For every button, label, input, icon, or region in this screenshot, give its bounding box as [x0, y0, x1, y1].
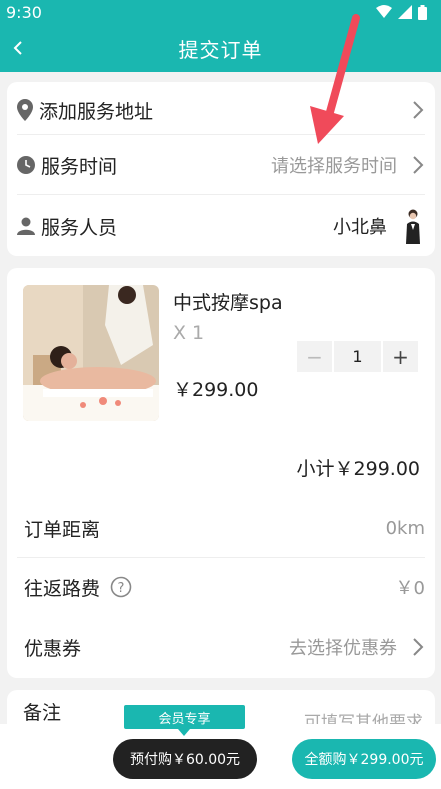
coupon-row[interactable]: 优惠券 去选择优惠券 — [17, 628, 425, 666]
clock-icon — [17, 156, 35, 174]
remark-label: 备注 — [23, 702, 62, 724]
divider — [17, 194, 425, 195]
chevron-right-icon — [413, 101, 424, 119]
wifi-icon — [376, 5, 392, 18]
quantity-stepper: − 1 + — [297, 341, 420, 372]
add-address-label: 添加服务地址 — [39, 100, 154, 123]
product-image — [23, 285, 159, 421]
product-image-illustration — [23, 285, 159, 421]
prepay-button[interactable]: 预付购￥60.00元 — [113, 739, 257, 779]
order-summary-card: 中式按摩spa X 1 − 1 + ￥299.00 小计￥299.00 订单距离… — [7, 268, 435, 678]
coupon-label: 优惠券 — [24, 637, 82, 660]
service-staff-label: 服务人员 — [41, 216, 118, 239]
back-button[interactable] — [8, 34, 28, 62]
cellular-icon — [398, 5, 412, 19]
coupon-value: 去选择优惠券 — [289, 638, 397, 659]
help-icon[interactable]: ? — [110, 576, 132, 598]
service-info-card: 添加服务地址 服务时间 请选择服务时间 服务人员 小北鼻 — [7, 82, 435, 256]
distance-value: 0km — [385, 517, 425, 539]
chevron-left-icon — [13, 41, 22, 55]
decrease-button[interactable]: − — [297, 341, 332, 372]
distance-row: 订单距离 0km — [17, 509, 425, 547]
member-exclusive-tag: 会员专享 — [124, 705, 245, 729]
full-payment-button[interactable]: 全额购￥299.00元 — [292, 739, 436, 779]
divider — [17, 557, 425, 558]
staff-avatar — [401, 208, 425, 244]
service-time-label: 服务时间 — [41, 155, 118, 178]
service-time-row[interactable]: 服务时间 请选择服务时间 — [17, 146, 425, 184]
travel-fee-row: 往返路费 ? ￥0 — [17, 568, 425, 606]
service-staff-row[interactable]: 服务人员 小北鼻 — [17, 206, 425, 246]
travel-fee-value: ￥0 — [395, 578, 425, 599]
status-icons — [376, 4, 427, 20]
product-name: 中式按摩spa — [173, 292, 283, 314]
member-tag-pointer — [178, 729, 190, 736]
quantity-value[interactable]: 1 — [334, 341, 381, 372]
subtotal: 小计￥299.00 — [296, 458, 420, 480]
person-icon — [17, 217, 35, 235]
product-quantity: X 1 — [173, 322, 205, 344]
chevron-right-icon — [413, 156, 424, 174]
annotation-arrow-icon — [310, 14, 360, 144]
status-bar: 9:30 — [0, 0, 441, 24]
chevron-right-icon — [413, 638, 424, 656]
battery-icon — [418, 4, 427, 20]
svg-text:?: ? — [118, 581, 125, 596]
service-time-placeholder: 请选择服务时间 — [271, 156, 397, 177]
distance-label: 订单距离 — [24, 518, 101, 541]
page-title: 提交订单 — [178, 37, 263, 62]
increase-button[interactable]: + — [383, 341, 418, 372]
location-pin-icon — [17, 99, 33, 121]
product-price: ￥299.00 — [173, 379, 259, 401]
nav-bar: 提交订单 — [0, 24, 441, 72]
status-time: 9:30 — [6, 2, 42, 22]
travel-fee-label: 往返路费 — [24, 577, 101, 600]
staff-name: 小北鼻 — [333, 217, 387, 238]
